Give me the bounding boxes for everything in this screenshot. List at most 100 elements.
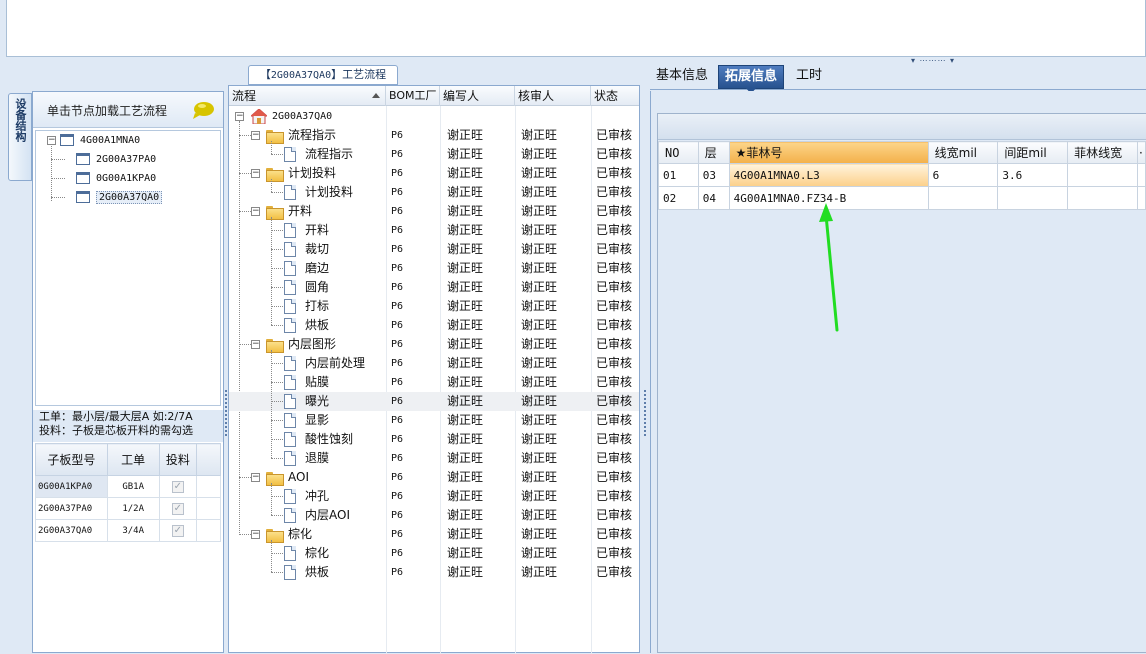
flow-group[interactable]: − AOI P6 谢正旺 谢正旺 已审核: [229, 468, 639, 487]
cell-width[interactable]: 6: [927, 163, 999, 187]
cell-layer[interactable]: 03: [697, 163, 730, 187]
middle-splitter[interactable]: [643, 390, 647, 436]
cell-more[interactable]: [1136, 163, 1146, 187]
cell-bom: P6: [391, 510, 404, 521]
grid-header-film[interactable]: ★菲林号: [728, 141, 929, 164]
tree-node[interactable]: 0G00A1KPA0: [76, 169, 156, 188]
column-header[interactable]: 工单: [106, 443, 160, 476]
grid-header-layer[interactable]: 层: [697, 141, 730, 164]
grid-header-no[interactable]: NO: [658, 141, 699, 164]
grid-row[interactable]: 01 03 4G00A1MNA0.L3 6 3.6: [658, 163, 1146, 187]
column-header[interactable]: 子板型号: [35, 443, 108, 476]
grid-header-width[interactable]: 线宽mil: [927, 141, 999, 164]
collapse-icon[interactable]: −: [251, 340, 260, 349]
flow-step[interactable]: 圆角 P6 谢正旺 谢正旺 已审核: [229, 278, 639, 297]
top-textbox[interactable]: [6, 0, 1146, 57]
flow-step[interactable]: 酸性蚀刻 P6 谢正旺 谢正旺 已审核: [229, 430, 639, 449]
tab-basic-info[interactable]: 基本信息: [650, 65, 714, 89]
flow-step[interactable]: 开料 P6 谢正旺 谢正旺 已审核: [229, 221, 639, 240]
flow-group-label: AOI: [288, 470, 309, 484]
checkbox[interactable]: ✓: [171, 524, 184, 537]
flow-step[interactable]: 计划投料 P6 谢正旺 谢正旺 已审核: [229, 183, 639, 202]
column-header-status[interactable]: 状态: [591, 86, 639, 106]
document-icon: [284, 261, 296, 276]
collapse-icon[interactable]: −: [251, 530, 260, 539]
cell-no[interactable]: 02: [658, 186, 699, 210]
cell-code[interactable]: 2G00A37QA0: [35, 519, 108, 542]
flow-step[interactable]: 烘板 P6 谢正旺 谢正旺 已审核: [229, 316, 639, 335]
collapse-icon[interactable]: −: [235, 112, 244, 121]
grid-header-more[interactable]: ·: [1136, 141, 1146, 164]
flow-step[interactable]: 打标 P6 谢正旺 谢正旺 已审核: [229, 297, 639, 316]
flow-group[interactable]: − 流程指示 P6 谢正旺 谢正旺 已审核: [229, 126, 639, 145]
cell-status: 已审核: [596, 489, 633, 503]
grid-header-spacing[interactable]: 间距mil: [997, 141, 1069, 164]
tree-line: [271, 141, 272, 154]
cell-film[interactable]: 4G00A1MNA0.L3: [728, 163, 929, 187]
cell-code[interactable]: 2G00A37PA0: [35, 497, 108, 520]
cell-film[interactable]: 4G00A1MNA0.FZ34-B: [728, 186, 929, 210]
flow-step[interactable]: 内层前处理 P6 谢正旺 谢正旺 已审核: [229, 354, 639, 373]
splitter-grip[interactable]: ▾ ⋯⋯⋯ ▾: [902, 57, 964, 65]
flow-step[interactable]: 流程指示 P6 谢正旺 谢正旺 已审核: [229, 145, 639, 164]
flow-step[interactable]: 磨边 P6 谢正旺 谢正旺 已审核: [229, 259, 639, 278]
flow-group[interactable]: − 计划投料 P6 谢正旺 谢正旺 已审核: [229, 164, 639, 183]
cell-no[interactable]: 01: [658, 163, 699, 187]
collapse-icon[interactable]: −: [251, 169, 260, 178]
cell-width[interactable]: [927, 186, 999, 210]
checkbox[interactable]: ✓: [171, 502, 184, 515]
table-row[interactable]: 2G00A37QA0 3/4A ✓: [35, 519, 221, 542]
column-header-author[interactable]: 编写人: [440, 86, 515, 106]
flow-group[interactable]: − 开料 P6 谢正旺 谢正旺 已审核: [229, 202, 639, 221]
column-header-bom[interactable]: BOM工厂: [386, 86, 440, 106]
cell-film-width[interactable]: [1067, 186, 1138, 210]
grid-row[interactable]: 02 04 4G00A1MNA0.FZ34-B: [658, 186, 1146, 210]
column-header[interactable]: 投料: [158, 443, 198, 476]
column-header-reviewer[interactable]: 核审人: [515, 86, 591, 106]
cell-more[interactable]: [1136, 186, 1146, 210]
flow-step[interactable]: 贴膜 P6 谢正旺 谢正旺 已审核: [229, 373, 639, 392]
flow-step[interactable]: 曝光 P6 谢正旺 谢正旺 已审核: [229, 392, 639, 411]
folder-icon: [266, 472, 284, 486]
vertical-tab-device-structure[interactable]: 设备结构: [8, 93, 32, 181]
flow-step[interactable]: 退膜 P6 谢正旺 谢正旺 已审核: [229, 449, 639, 468]
table-row[interactable]: 0G00A1KPA0 GB1A ✓: [35, 475, 221, 498]
cell-spacing[interactable]: [997, 186, 1069, 210]
cell-bom: P6: [391, 396, 404, 407]
flow-group[interactable]: − 棕化 P6 谢正旺 谢正旺 已审核: [229, 525, 639, 544]
tree-node-selected[interactable]: 2G00A37QA0: [76, 188, 163, 207]
column-header-flow[interactable]: 流程: [229, 86, 386, 106]
cell-layer[interactable]: 04: [697, 186, 730, 210]
board-icon: [76, 172, 90, 184]
flow-group-label: 流程指示: [288, 128, 337, 142]
flow-step[interactable]: 内层AOI P6 谢正旺 谢正旺 已审核: [229, 506, 639, 525]
checkbox[interactable]: ✓: [171, 480, 184, 493]
tree-node-root[interactable]: − 2G00A37QA0: [229, 107, 639, 126]
cell-film-width[interactable]: [1067, 163, 1138, 187]
tree-node-root[interactable]: 4G00A1MNA0: [60, 131, 140, 150]
collapse-icon[interactable]: −: [251, 207, 260, 216]
collapse-icon[interactable]: −: [251, 131, 260, 140]
cell-order[interactable]: 3/4A: [106, 519, 160, 542]
tree-node[interactable]: 2G00A37PA0: [76, 150, 156, 169]
flow-step[interactable]: 冲孔 P6 谢正旺 谢正旺 已审核: [229, 487, 639, 506]
flow-step[interactable]: 烘板 P6 谢正旺 谢正旺 已审核: [229, 563, 639, 582]
cell-feed[interactable]: ✓: [158, 519, 198, 542]
cell-reviewer: 谢正旺: [521, 432, 558, 446]
tab-work-hours[interactable]: 工时: [790, 65, 828, 89]
tab-extended-info[interactable]: 拓展信息: [718, 65, 785, 94]
cell-spacing[interactable]: 3.6: [997, 163, 1069, 187]
cell-code[interactable]: 0G00A1KPA0: [35, 475, 108, 498]
flow-group[interactable]: − 内层图形 P6 谢正旺 谢正旺 已审核: [229, 335, 639, 354]
table-row[interactable]: 2G00A37PA0 1/2A ✓: [35, 497, 221, 520]
collapse-icon[interactable]: −: [251, 473, 260, 482]
cell-feed[interactable]: ✓: [158, 497, 198, 520]
cell-order[interactable]: 1/2A: [106, 497, 160, 520]
flow-step[interactable]: 显影 P6 谢正旺 谢正旺 已审核: [229, 411, 639, 430]
cell-order[interactable]: GB1A: [106, 475, 160, 498]
grid-header-film-width[interactable]: 菲林线宽: [1067, 141, 1138, 164]
cell-feed[interactable]: ✓: [158, 475, 198, 498]
collapse-icon[interactable]: −: [47, 136, 56, 145]
flow-step[interactable]: 棕化 P6 谢正旺 谢正旺 已审核: [229, 544, 639, 563]
flow-step[interactable]: 裁切 P6 谢正旺 谢正旺 已审核: [229, 240, 639, 259]
